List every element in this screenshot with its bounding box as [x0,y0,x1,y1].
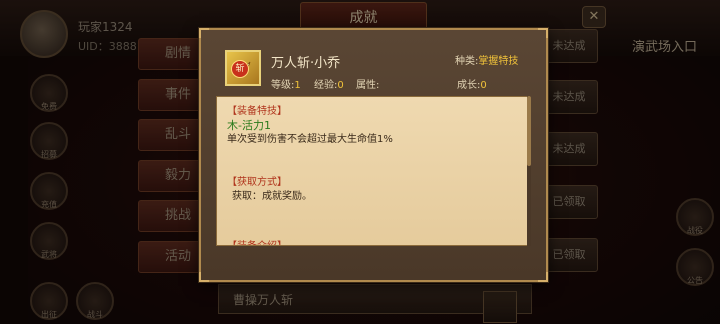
obtain-description: 获取：成就奖励。 [232,191,312,202]
skill-attribute: 属性: [356,80,380,91]
obtain-section-title: 【获取方式】 [227,177,287,188]
intro-section-title: 【装备介绍】 [227,237,287,245]
skill-name: 万人斩·小乔 [271,56,341,71]
skill-badge: 斩 [231,60,249,78]
skill-detail-panel[interactable]: 【装备特技】 木-活力1 单次受到伤害不会超过最大生命值1% 【获取方式】 获取… [216,96,531,246]
skill-kind: 种类:掌握特技 [455,56,519,67]
frame-corner [199,272,209,282]
skill-kind-value: 掌握特技 [478,56,519,67]
skill-growth: 成长:0 [457,80,487,91]
frame-corner [538,28,548,38]
skill-level: 等级:1 [271,80,301,91]
skill-detail-popup: 斩 万人斩·小乔 种类:掌握特技 等级:1 经验:0 属性: 成长:0 【装备特… [199,28,548,282]
equip-section-title: 【装备特技】 [227,106,287,117]
scrollbar-thumb[interactable] [527,96,531,166]
skill-icon: 斩 [225,50,261,86]
skill-exp: 经验:0 [314,80,344,91]
effect-description: 单次受到伤害不会超过最大生命值1% [227,134,393,145]
frame-corner [538,272,548,282]
frame-corner [199,28,209,38]
